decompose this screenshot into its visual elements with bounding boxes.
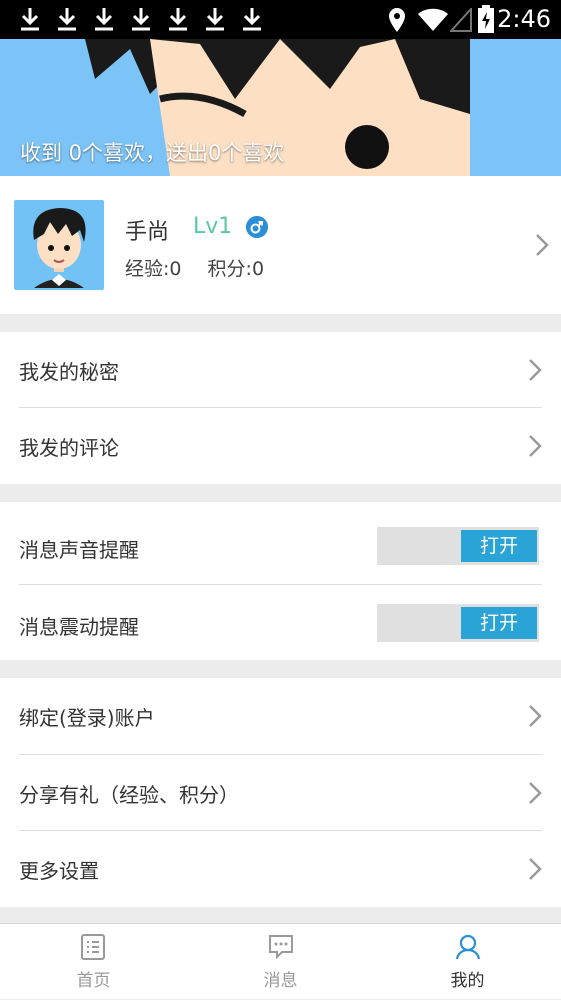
menu-label: 我发的评论	[19, 436, 119, 460]
sound-reminder-toggle[interactable]: 打开	[377, 527, 539, 565]
signal-icon	[450, 8, 472, 32]
menu-share-rewards[interactable]: 分享有礼（经验、积分）	[0, 755, 561, 831]
tab-label: 消息	[263, 971, 298, 991]
menu-label: 更多设置	[19, 859, 99, 883]
location-icon	[389, 8, 405, 32]
experience-value: 经验:0	[125, 258, 182, 280]
download-icon	[169, 8, 187, 31]
username: 手尚	[125, 220, 170, 245]
likes-summary: 收到 0个喜欢，送出0个喜欢	[20, 141, 285, 165]
battery-charging-icon	[478, 5, 494, 33]
user-level: Lv1	[193, 214, 233, 239]
vibration-reminder-row: 消息震动提醒 打开	[0, 585, 561, 661]
menu-label: 分享有礼（经验、积分）	[19, 783, 239, 807]
download-icon	[21, 8, 39, 31]
profile-banner: 收到 0个喜欢，送出0个喜欢	[0, 39, 561, 176]
menu-my-secrets[interactable]: 我发的秘密	[0, 332, 561, 408]
bottom-tab-bar: 首页 消息 我的	[0, 923, 561, 999]
chevron-right-icon	[529, 359, 542, 381]
toggle-on-state: 打开	[461, 530, 537, 562]
chat-bubble-icon	[269, 935, 293, 960]
download-icon	[95, 8, 113, 31]
menu-label: 我发的秘密	[19, 360, 119, 384]
chevron-right-icon	[529, 435, 542, 457]
sound-reminder-row: 消息声音提醒 打开	[0, 502, 561, 584]
toggle-on-state: 打开	[461, 607, 537, 639]
menu-more-settings[interactable]: 更多设置	[0, 831, 561, 907]
chevron-right-icon	[529, 782, 542, 804]
avatar[interactable]	[14, 200, 104, 290]
download-icon	[58, 8, 76, 31]
tab-messages[interactable]: 消息	[187, 924, 374, 1000]
tab-home[interactable]: 首页	[0, 924, 187, 1000]
male-gender-icon	[246, 216, 268, 238]
chevron-right-icon	[536, 234, 549, 256]
download-icon	[243, 8, 261, 31]
my-posts-group: 我发的秘密 我发的评论	[0, 332, 561, 484]
chevron-right-icon	[529, 705, 542, 727]
toggle-label: 消息震动提醒	[19, 615, 139, 639]
wifi-icon	[418, 8, 448, 31]
user-stats: 经验:0 积分:0	[125, 254, 264, 281]
notification-settings-group: 消息声音提醒 打开 消息震动提醒 打开	[0, 502, 561, 660]
user-icon	[455, 934, 481, 960]
download-icon	[206, 8, 224, 31]
profile-card[interactable]: 手尚 Lv1 经验:0 积分:0	[0, 176, 561, 314]
list-icon	[81, 934, 105, 960]
chevron-right-icon	[529, 858, 542, 880]
menu-label: 绑定(登录)账户	[19, 706, 155, 730]
tab-me[interactable]: 我的	[374, 924, 561, 1000]
status-bar: 2:46	[0, 0, 561, 39]
clock: 2:46	[497, 5, 551, 33]
tab-label: 首页	[76, 971, 111, 991]
menu-my-comments[interactable]: 我发的评论	[0, 408, 561, 484]
avatar-image	[33, 208, 86, 288]
tab-label: 我的	[450, 971, 485, 991]
points-value: 积分:0	[207, 258, 265, 280]
account-settings-group: 绑定(登录)账户 分享有礼（经验、积分） 更多设置	[0, 678, 561, 907]
menu-bind-account[interactable]: 绑定(登录)账户	[0, 678, 561, 754]
toggle-label: 消息声音提醒	[19, 538, 139, 562]
vibration-reminder-toggle[interactable]: 打开	[377, 604, 539, 642]
download-icon	[132, 8, 150, 31]
